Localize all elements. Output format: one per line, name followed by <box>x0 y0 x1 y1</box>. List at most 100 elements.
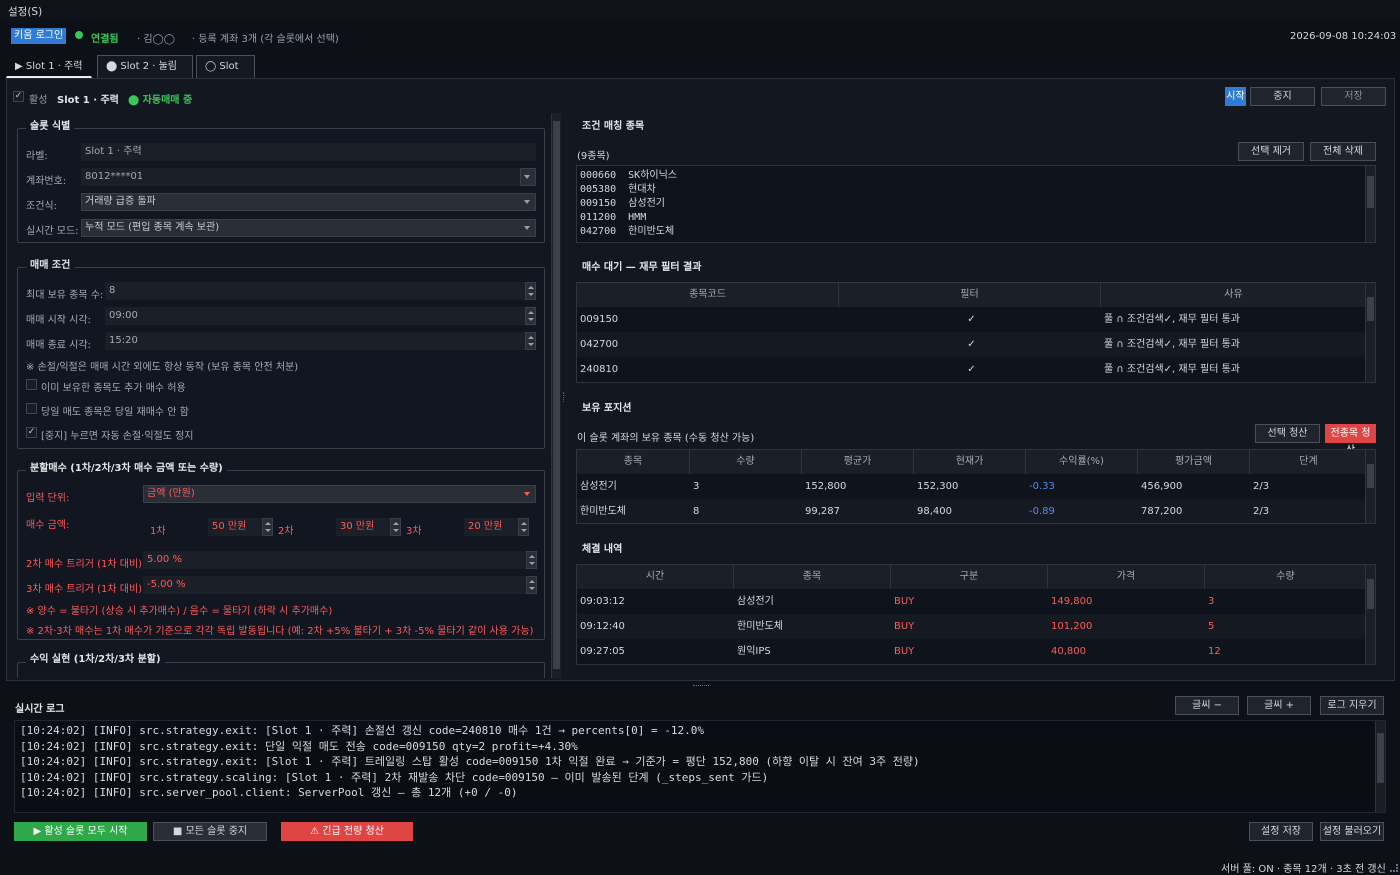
table-cell: 149,800 <box>1051 596 1093 607</box>
table-cell: 98,400 <box>917 506 952 517</box>
log-line: [10:24:02] [INFO] src.strategy.exit: 단일 … <box>20 739 578 753</box>
stop-button[interactable]: 중지 <box>1250 87 1315 106</box>
kiwoom-login-button[interactable]: 키움 로그인 <box>11 28 67 44</box>
unit-select[interactable]: 금액 (만원) <box>143 485 536 503</box>
table-cell: 3 <box>693 481 700 492</box>
column-header[interactable]: 수량 <box>1205 565 1366 589</box>
pending-scrollbar[interactable] <box>1365 283 1375 382</box>
opt3-checkbox[interactable]: ✓ <box>26 427 37 438</box>
font-decrease-button[interactable]: 글씨 − <box>1175 696 1239 715</box>
step3-stepper[interactable] <box>518 518 529 536</box>
list-item[interactable]: 011200 HMM <box>580 211 677 225</box>
trigger3-stepper[interactable] <box>526 576 537 594</box>
account-dropdown-button[interactable] <box>520 168 536 186</box>
step2-stepper[interactable] <box>390 518 401 536</box>
opt1-checkbox[interactable] <box>26 379 37 390</box>
start-time-input[interactable]: 09:00 <box>105 307 525 325</box>
table-row[interactable]: 09:12:40 한미반도체 BUY 101,200 5 <box>577 614 1375 639</box>
col-filter[interactable]: 필터 <box>839 283 1101 307</box>
table-cell: -0.89 <box>1029 506 1055 517</box>
column-header[interactable]: 구분 <box>891 565 1048 589</box>
end-time-label: 매매 종료 시각: <box>26 340 91 351</box>
start-button[interactable]: 시작 <box>1225 87 1246 106</box>
column-header[interactable]: 평가금액 <box>1138 450 1250 474</box>
label-input[interactable]: Slot 1 · 주력 <box>81 143 536 161</box>
clear-log-button[interactable]: 로그 지우기 <box>1320 696 1384 715</box>
sell-selected-button[interactable]: 선택 청산 <box>1255 424 1320 443</box>
fills-scrollbar[interactable] <box>1365 565 1375 664</box>
matches-scrollbar[interactable] <box>1365 166 1375 242</box>
table-row[interactable]: 009150 ✓ 풀 ∩ 조건검색✓, 재무 필터 통과 <box>577 307 1375 332</box>
column-header[interactable]: 수익률(%) <box>1026 450 1138 474</box>
table-row[interactable]: 240810 ✓ 풀 ∩ 조건검색✓, 재무 필터 통과 <box>577 357 1375 382</box>
log-scrollbar[interactable] <box>1375 721 1385 812</box>
positions-header: 종목 수량 평균가 현재가 수익률(%) 평가금액 단계 <box>577 450 1375 474</box>
list-item[interactable]: 000660 SK하이닉스 <box>580 169 677 183</box>
condition-select[interactable]: 거래량 급증 돌파 <box>81 193 536 211</box>
positions-scrollbar[interactable] <box>1365 450 1375 523</box>
emergency-liquidate-button[interactable]: ⚠ 긴급 전량 청산 <box>281 822 413 841</box>
clear-all-button[interactable]: 전체 삭제 <box>1310 142 1376 161</box>
table-row[interactable]: 042700 ✓ 풀 ∩ 조건검색✓, 재무 필터 통과 <box>577 332 1375 357</box>
tab-slot-2[interactable]: ⬤ Slot 2 · 눌림목 <box>97 55 193 94</box>
table-cell: 09:27:05 <box>580 646 625 657</box>
column-header[interactable]: 수량 <box>690 450 802 474</box>
list-item[interactable]: 009150 삼성전기 <box>580 197 677 211</box>
column-header[interactable]: 현재가 <box>914 450 1026 474</box>
opt2-checkbox[interactable] <box>26 403 37 414</box>
stop-all-slots-button[interactable]: ■ 모든 슬롯 중지 <box>153 822 267 841</box>
sell-all-button[interactable]: 전종목 청산 <box>1325 424 1376 456</box>
save-button[interactable]: 저장 <box>1321 87 1386 106</box>
positions-desc: 이 슬롯 계좌의 보유 종목 (수동 청산 가능) <box>577 433 755 444</box>
font-increase-button[interactable]: 글씨 + <box>1247 696 1311 715</box>
settings-scrollbar[interactable] <box>551 113 561 678</box>
remove-selected-button[interactable]: 선택 제거 <box>1238 142 1304 161</box>
step1-stepper[interactable] <box>262 518 273 536</box>
column-header[interactable]: 가격 <box>1048 565 1205 589</box>
table-row[interactable]: 한미반도체 8 99,287 98,400 -0.89 787,200 2/3 <box>577 499 1375 523</box>
max-hold-input[interactable]: 8 <box>105 282 525 300</box>
menu-settings[interactable]: 설정(S) <box>8 4 42 19</box>
save-settings-button[interactable]: 설정 저장 <box>1249 822 1313 841</box>
col-code[interactable]: 종목코드 <box>577 283 839 307</box>
trigger2-stepper[interactable] <box>526 551 537 569</box>
active-checkbox[interactable]: ✓ <box>13 91 24 102</box>
vertical-splitter-handle[interactable] <box>693 685 709 687</box>
max-hold-label: 최대 보유 종목 수: <box>26 290 104 301</box>
table-row[interactable]: 09:27:05 원익IPS BUY 40,800 12 <box>577 639 1375 664</box>
start-time-stepper[interactable] <box>525 307 536 325</box>
log-output[interactable]: [10:24:02] [INFO] src.strategy.exit: [Sl… <box>14 720 1386 813</box>
trade-note: ※ 손절/익절은 매매 시간 외에도 항상 동작 (보유 종목 안전 처분) <box>26 362 299 373</box>
column-header[interactable]: 단계 <box>1250 450 1367 474</box>
step3-amount-input[interactable]: 20 만원 <box>464 518 518 536</box>
col-reason[interactable]: 사유 <box>1101 283 1366 307</box>
matches-list[interactable]: 000660 SK하이닉스 005380 현대차 009150 삼성전기 011200… <box>576 165 1376 243</box>
column-header[interactable]: 종목 <box>577 450 690 474</box>
tab-slot-1[interactable]: ▶ Slot 1 · 주력 <box>6 55 92 78</box>
load-settings-button[interactable]: 설정 불러오기 <box>1320 822 1384 841</box>
tab-slot-3[interactable]: ◯ Slot 3 <box>196 55 255 94</box>
table-row[interactable]: 삼성전기 3 152,800 152,300 -0.33 456,900 2/3 <box>577 474 1375 499</box>
max-hold-stepper[interactable] <box>525 282 536 300</box>
active-label: 활성 <box>29 95 48 106</box>
log-line: [10:24:02] [INFO] src.strategy.exit: [Sl… <box>20 724 704 737</box>
column-header[interactable]: 종목 <box>734 565 891 589</box>
account-input[interactable]: 8012****01 <box>81 168 521 186</box>
trigger3-input[interactable]: -5.00 % <box>143 576 526 594</box>
table-cell: BUY <box>894 596 915 607</box>
realtime-mode-select[interactable]: 누적 모드 (편입 종목 계속 보관) <box>81 219 536 237</box>
step1-amount-input[interactable]: 50 만원 <box>208 518 262 536</box>
splitter-handle[interactable] <box>563 392 566 402</box>
table-cell: 8 <box>693 506 700 517</box>
end-time-input[interactable]: 15:20 <box>105 332 525 350</box>
step2-amount-input[interactable]: 30 만원 <box>336 518 390 536</box>
resize-grip-icon[interactable] <box>1390 864 1398 872</box>
column-header[interactable]: 시간 <box>577 565 734 589</box>
end-time-stepper[interactable] <box>525 332 536 350</box>
table-row[interactable]: 09:03:12 삼성전기 BUY 149,800 3 <box>577 589 1375 614</box>
start-all-slots-button[interactable]: ▶ 활성 슬롯 모두 시작 <box>14 822 147 841</box>
list-item[interactable]: 005380 현대차 <box>580 183 677 197</box>
list-item[interactable]: 042700 한미반도체 <box>580 225 677 239</box>
trigger2-input[interactable]: 5.00 % <box>143 551 526 569</box>
column-header[interactable]: 평균가 <box>802 450 914 474</box>
